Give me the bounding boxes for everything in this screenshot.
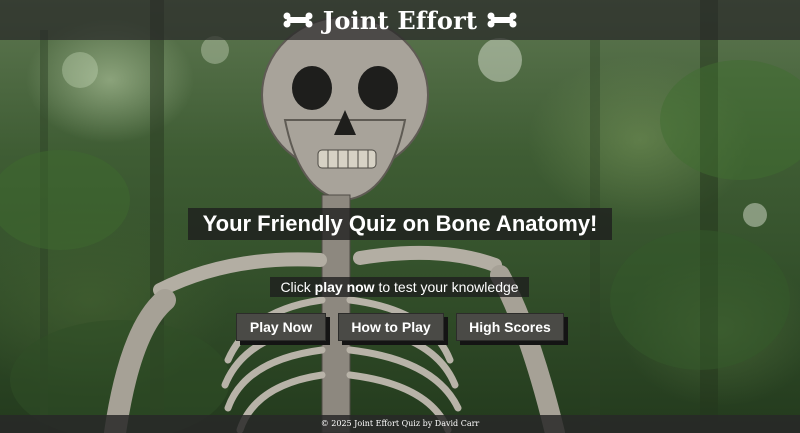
instructions-emphasis: play now	[314, 279, 375, 295]
instructions-prefix: Click	[280, 279, 315, 295]
hero-instructions: Click play now to test your knowledge	[270, 277, 529, 297]
instructions-suffix: to test your knowledge	[374, 279, 519, 295]
bone-icon	[283, 12, 313, 28]
site-header: Joint Effort	[0, 0, 800, 40]
site-footer: © 2025 Joint Effort Quiz by David Carr	[0, 415, 800, 433]
hero-tagline: Your Friendly Quiz on Bone Anatomy!	[188, 208, 612, 240]
play-now-button[interactable]: Play Now	[236, 313, 326, 341]
footer-copyright: © 2025 Joint Effort Quiz by David Carr	[320, 419, 480, 428]
menu-button-row: Play Now How to Play High Scores	[0, 313, 800, 341]
high-scores-button[interactable]: High Scores	[456, 313, 564, 341]
how-to-play-button[interactable]: How to Play	[338, 313, 444, 341]
bone-icon	[487, 12, 517, 28]
site-title: Joint Effort	[322, 5, 478, 35]
